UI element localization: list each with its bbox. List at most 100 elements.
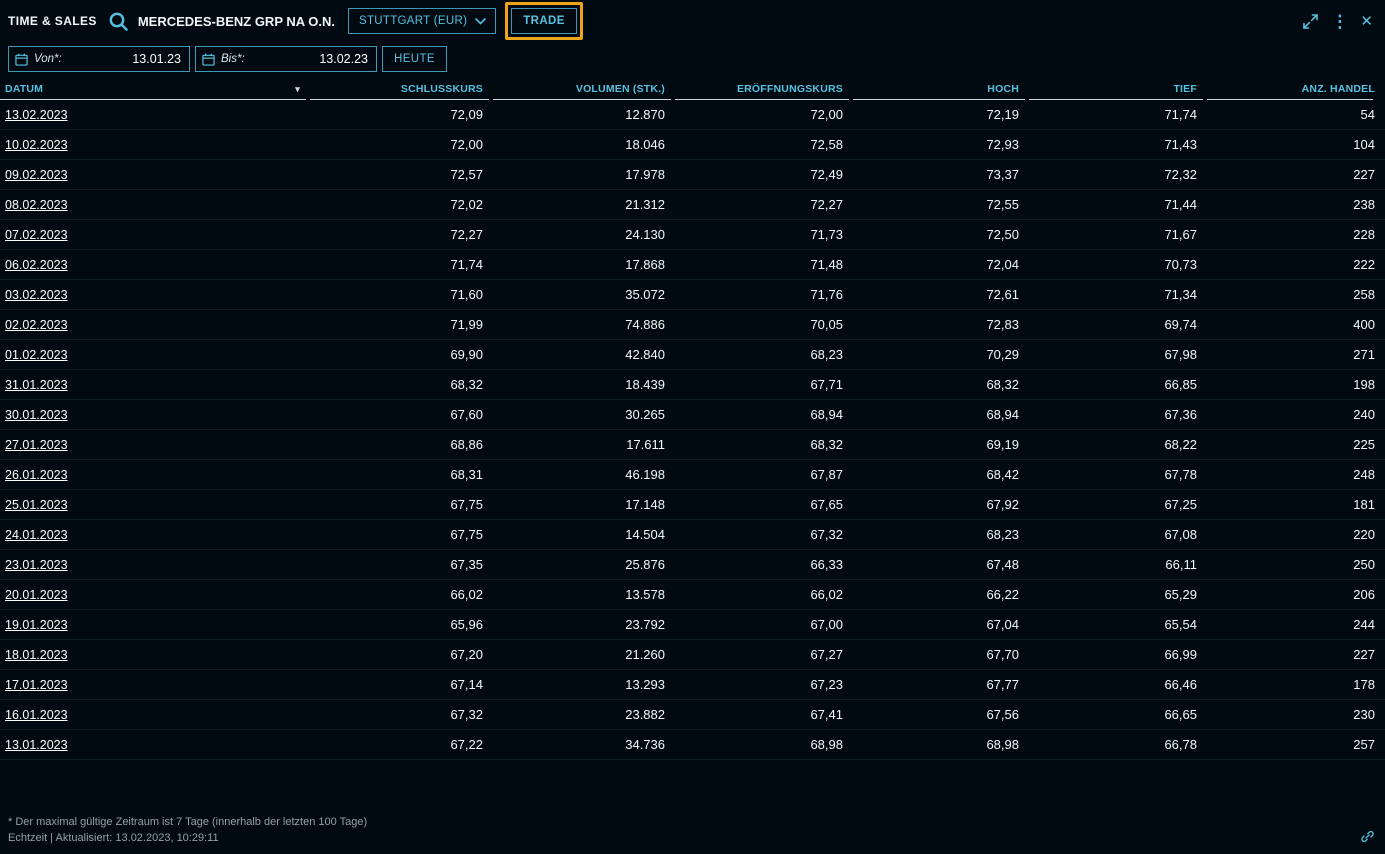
cell-tief: 65,29 bbox=[1029, 587, 1207, 602]
table-row: 13.01.2023 67,22 34.736 68,98 68,98 66,7… bbox=[0, 730, 1385, 760]
table-row: 06.02.2023 71,74 17.868 71,48 72,04 70,7… bbox=[0, 250, 1385, 280]
cell-volumen: 74.886 bbox=[493, 317, 675, 332]
time-and-sales-window: TIME & SALES MERCEDES-BENZ GRP NA O.N. S… bbox=[0, 0, 1385, 760]
cell-schlusskurs: 72,09 bbox=[310, 107, 493, 122]
cell-hoch: 67,48 bbox=[853, 557, 1029, 572]
cell-volumen: 23.882 bbox=[493, 707, 675, 722]
cell-eroeffnungskurs: 71,48 bbox=[675, 257, 853, 272]
time-sales-table: DATUM ▾ SCHLUSSKURS VOLUMEN (STK.) ERÖFF… bbox=[0, 76, 1385, 760]
cell-anz-handel: 257 bbox=[1207, 737, 1385, 752]
date-link[interactable]: 02.02.2023 bbox=[5, 318, 68, 332]
cell-volumen: 34.736 bbox=[493, 737, 675, 752]
von-date-field[interactable]: Von*: 13.01.23 bbox=[8, 46, 190, 72]
sort-indicator-icon[interactable]: ▾ bbox=[295, 85, 300, 95]
exchange-select[interactable]: STUTTGART (EUR) bbox=[348, 8, 496, 34]
cell-schlusskurs: 66,02 bbox=[310, 587, 493, 602]
cell-eroeffnungskurs: 68,94 bbox=[675, 407, 853, 422]
von-value[interactable]: 13.01.23 bbox=[68, 52, 181, 66]
date-link[interactable]: 09.02.2023 bbox=[5, 168, 68, 182]
bis-value[interactable]: 13.02.23 bbox=[251, 52, 368, 66]
table-row: 01.02.2023 69,90 42.840 68,23 70,29 67,9… bbox=[0, 340, 1385, 370]
cell-eroeffnungskurs: 71,73 bbox=[675, 227, 853, 242]
column-header-tief[interactable]: TIEF bbox=[1029, 76, 1207, 100]
column-header-eroeffnungskurs[interactable]: ERÖFFNUNGSKURS bbox=[675, 76, 853, 100]
date-link[interactable]: 13.01.2023 bbox=[5, 738, 68, 752]
cell-tief: 67,78 bbox=[1029, 467, 1207, 482]
table-row: 23.01.2023 67,35 25.876 66,33 67,48 66,1… bbox=[0, 550, 1385, 580]
date-link[interactable]: 01.02.2023 bbox=[5, 348, 68, 362]
date-link[interactable]: 13.02.2023 bbox=[5, 108, 68, 122]
date-link[interactable]: 07.02.2023 bbox=[5, 228, 68, 242]
date-link[interactable]: 24.01.2023 bbox=[5, 528, 68, 542]
table-row: 02.02.2023 71,99 74.886 70,05 72,83 69,7… bbox=[0, 310, 1385, 340]
date-link[interactable]: 17.01.2023 bbox=[5, 678, 68, 692]
cell-volumen: 12.870 bbox=[493, 107, 675, 122]
cell-tief: 67,08 bbox=[1029, 527, 1207, 542]
date-link[interactable]: 18.01.2023 bbox=[5, 648, 68, 662]
cell-anz-handel: 250 bbox=[1207, 557, 1385, 572]
footer-status: Echtzeit | Aktualisiert: 13.02.2023, 10:… bbox=[8, 831, 367, 847]
cell-hoch: 70,29 bbox=[853, 347, 1029, 362]
cell-eroeffnungskurs: 72,49 bbox=[675, 167, 853, 182]
date-link[interactable]: 10.02.2023 bbox=[5, 138, 68, 152]
expand-icon[interactable] bbox=[1302, 13, 1319, 30]
column-header-volumen[interactable]: VOLUMEN (STK.) bbox=[493, 76, 675, 100]
cell-volumen: 13.578 bbox=[493, 587, 675, 602]
table-row: 07.02.2023 72,27 24.130 71,73 72,50 71,6… bbox=[0, 220, 1385, 250]
date-link[interactable]: 31.01.2023 bbox=[5, 378, 68, 392]
cell-hoch: 68,42 bbox=[853, 467, 1029, 482]
footer-note: * Der maximal gültige Zeitraum ist 7 Tag… bbox=[8, 815, 367, 831]
search-icon[interactable] bbox=[108, 11, 129, 32]
column-header-schlusskurs[interactable]: SCHLUSSKURS bbox=[310, 76, 493, 100]
cell-hoch: 73,37 bbox=[853, 167, 1029, 182]
cell-volumen: 13.293 bbox=[493, 677, 675, 692]
column-header-hoch[interactable]: HOCH bbox=[853, 76, 1029, 100]
cell-volumen: 35.072 bbox=[493, 287, 675, 302]
cell-tief: 71,67 bbox=[1029, 227, 1207, 242]
date-link[interactable]: 26.01.2023 bbox=[5, 468, 68, 482]
close-icon[interactable]: ✕ bbox=[1360, 14, 1373, 29]
cell-tief: 66,11 bbox=[1029, 557, 1207, 572]
cell-hoch: 72,93 bbox=[853, 137, 1029, 152]
date-link[interactable]: 27.01.2023 bbox=[5, 438, 68, 452]
date-link[interactable]: 19.01.2023 bbox=[5, 618, 68, 632]
bis-date-field[interactable]: Bis*: 13.02.23 bbox=[195, 46, 377, 72]
cell-anz-handel: 271 bbox=[1207, 347, 1385, 362]
cell-tief: 69,74 bbox=[1029, 317, 1207, 332]
footer: * Der maximal gültige Zeitraum ist 7 Tag… bbox=[8, 815, 367, 847]
table-row: 26.01.2023 68,31 46.198 67,87 68,42 67,7… bbox=[0, 460, 1385, 490]
cell-anz-handel: 258 bbox=[1207, 287, 1385, 302]
cell-anz-handel: 178 bbox=[1207, 677, 1385, 692]
cell-tief: 66,85 bbox=[1029, 377, 1207, 392]
cell-tief: 66,46 bbox=[1029, 677, 1207, 692]
date-link[interactable]: 03.02.2023 bbox=[5, 288, 68, 302]
date-link[interactable]: 08.02.2023 bbox=[5, 198, 68, 212]
date-link[interactable]: 16.01.2023 bbox=[5, 708, 68, 722]
table-row: 10.02.2023 72,00 18.046 72,58 72,93 71,4… bbox=[0, 130, 1385, 160]
cell-tief: 71,44 bbox=[1029, 197, 1207, 212]
date-link[interactable]: 23.01.2023 bbox=[5, 558, 68, 572]
cell-schlusskurs: 67,60 bbox=[310, 407, 493, 422]
chevron-down-icon bbox=[475, 18, 486, 25]
link-chain-icon[interactable] bbox=[1360, 829, 1375, 844]
table-row: 24.01.2023 67,75 14.504 67,32 68,23 67,0… bbox=[0, 520, 1385, 550]
column-header-datum[interactable]: DATUM ▾ bbox=[0, 76, 310, 100]
cell-eroeffnungskurs: 68,23 bbox=[675, 347, 853, 362]
cell-anz-handel: 400 bbox=[1207, 317, 1385, 332]
date-link[interactable]: 30.01.2023 bbox=[5, 408, 68, 422]
cell-volumen: 24.130 bbox=[493, 227, 675, 242]
cell-hoch: 72,83 bbox=[853, 317, 1029, 332]
trade-button[interactable]: TRADE bbox=[511, 8, 577, 34]
cell-eroeffnungskurs: 67,65 bbox=[675, 497, 853, 512]
kebab-menu-icon[interactable]: ⋮ bbox=[1328, 13, 1351, 30]
date-link[interactable]: 20.01.2023 bbox=[5, 588, 68, 602]
date-link[interactable]: 06.02.2023 bbox=[5, 258, 68, 272]
date-link[interactable]: 25.01.2023 bbox=[5, 498, 68, 512]
column-header-anz-handel[interactable]: ANZ. HANDEL bbox=[1207, 76, 1385, 100]
cell-tief: 67,98 bbox=[1029, 347, 1207, 362]
instrument-name[interactable]: MERCEDES-BENZ GRP NA O.N. bbox=[138, 14, 335, 29]
cell-schlusskurs: 72,00 bbox=[310, 137, 493, 152]
heute-button[interactable]: HEUTE bbox=[382, 46, 447, 72]
table-row: 27.01.2023 68,86 17.611 68,32 69,19 68,2… bbox=[0, 430, 1385, 460]
cell-eroeffnungskurs: 72,00 bbox=[675, 107, 853, 122]
